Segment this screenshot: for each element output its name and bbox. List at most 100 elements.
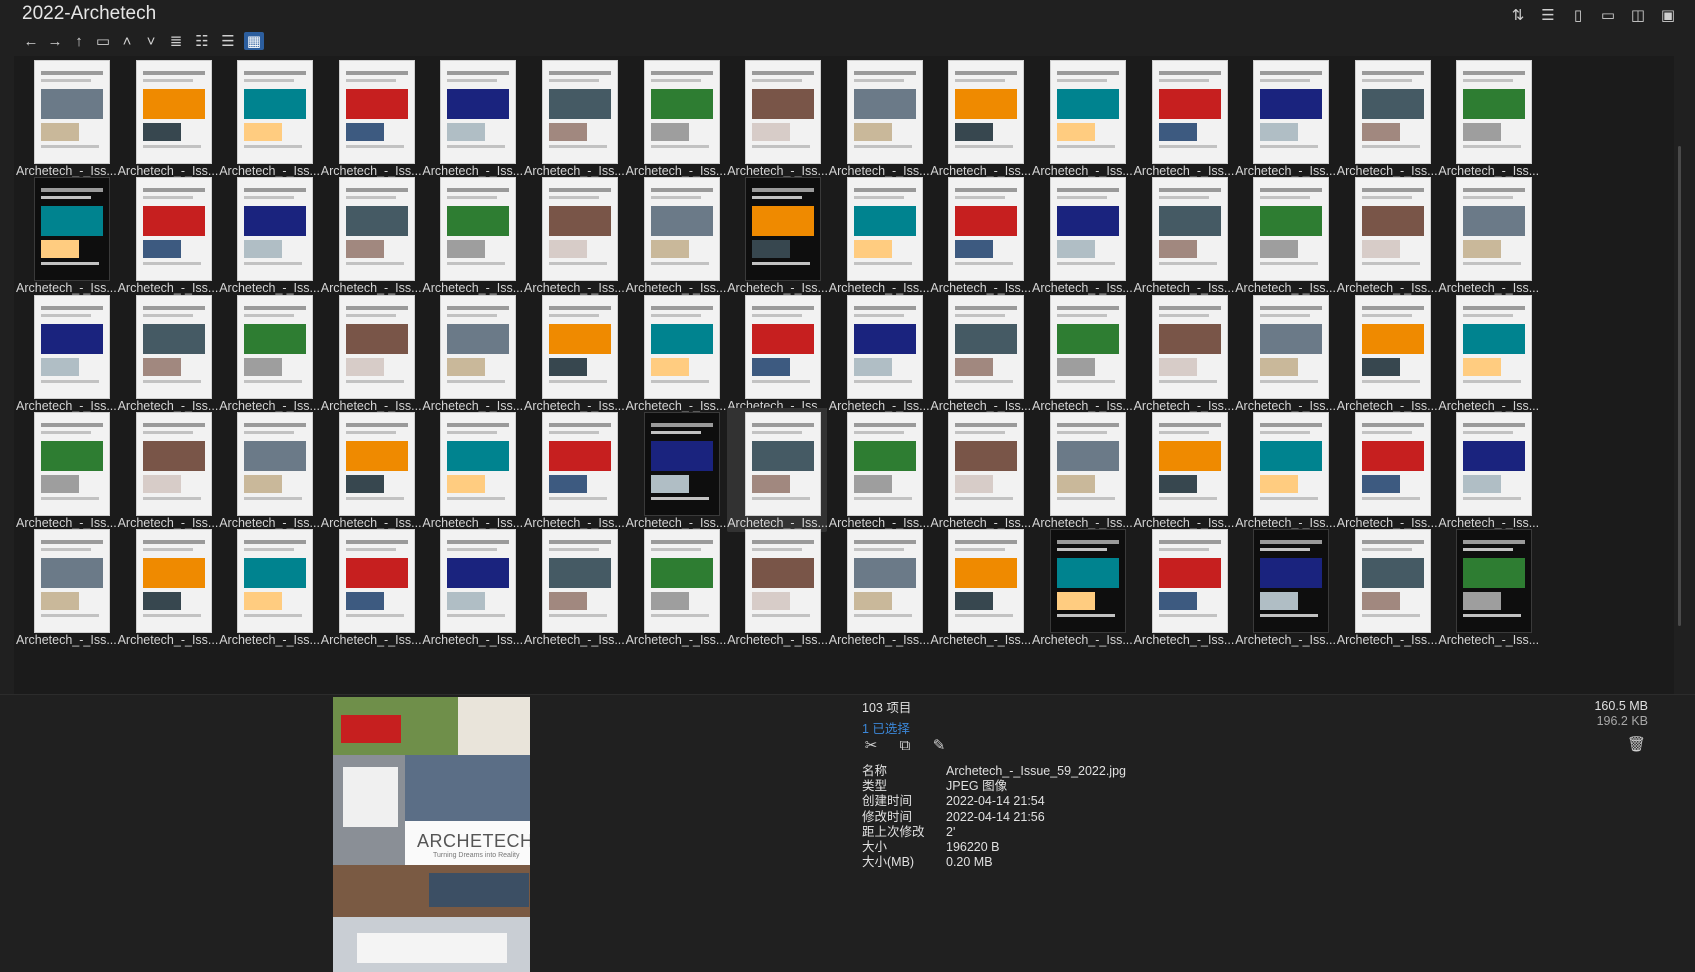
file-thumbnail-item[interactable]: Archetech_-_Iss... (1235, 56, 1336, 180)
file-thumbnail-item[interactable]: Archetech_-_Iss... (524, 291, 625, 415)
new-file-icon[interactable]: ▯ (1569, 6, 1587, 24)
file-thumbnail-item[interactable]: Archetech_-_Iss... (16, 525, 117, 649)
file-thumbnail-item[interactable]: Archetech_-_Iss... (930, 291, 1031, 415)
tiles-view-icon[interactable]: ☰ (218, 32, 238, 50)
file-thumbnail-item[interactable]: Archetech_-_Iss... (829, 408, 930, 532)
file-thumbnail-item[interactable]: Archetech_-_Iss... (1134, 525, 1234, 649)
file-thumbnail-item[interactable]: Archetech_-_Iss... (321, 408, 422, 532)
file-thumbnail-item[interactable]: Archetech_-_Iss... (16, 408, 117, 532)
pane-divider[interactable] (0, 694, 1695, 695)
file-thumbnail-item[interactable]: Archetech_-_Iss... (422, 408, 523, 532)
file-thumbnail-item[interactable]: Archetech_-_Iss... (727, 173, 828, 297)
chevron-down-icon[interactable]: ˅ (142, 32, 160, 50)
file-thumbnail-item[interactable]: Archetech_-_Iss... (1337, 525, 1438, 649)
sort-icon[interactable]: ⇅ (1509, 6, 1527, 24)
file-thumbnail-item[interactable]: Archetech_-_Iss... (118, 408, 218, 532)
scrollbar-thumb[interactable] (1678, 146, 1681, 626)
file-thumbnail-item[interactable]: Archetech_-_Iss... (1134, 291, 1234, 415)
file-thumbnail-item[interactable]: Archetech_-_Iss... (1235, 173, 1336, 297)
file-thumbnail-item[interactable]: Archetech_-_Iss... (219, 291, 320, 415)
chevron-up-icon[interactable]: ˄ (118, 32, 136, 50)
file-thumbnail-item[interactable]: Archetech_-_Iss... (524, 525, 625, 649)
preview-pane-icon[interactable]: ◫ (1629, 6, 1647, 24)
file-thumbnail-item[interactable]: Archetech_-_Iss... (1438, 525, 1539, 649)
file-thumbnail-item[interactable]: Archetech_-_Iss... (1032, 408, 1133, 532)
file-thumbnail-item[interactable]: Archetech_-_Iss... (829, 291, 930, 415)
file-thumbnail-item[interactable]: Archetech_-_Iss... (1438, 291, 1539, 415)
file-thumbnail-item[interactable]: Archetech_-_Iss... (219, 56, 320, 180)
file-thumbnail-item[interactable]: Archetech_-_Iss... (118, 291, 218, 415)
file-thumbnail-item[interactable]: Archetech_-_Iss... (829, 173, 930, 297)
file-thumbnail-item[interactable]: Archetech_-_Iss... (930, 525, 1031, 649)
file-thumbnail-item[interactable]: Archetech_-_Iss... (930, 56, 1031, 180)
file-thumbnail-item[interactable]: Archetech_-_Iss... (1438, 408, 1539, 532)
file-thumbnail-item[interactable]: Archetech_-_Iss... (829, 525, 930, 649)
file-thumbnail-item[interactable]: Archetech_-_Iss... (626, 173, 726, 297)
back-arrow-icon[interactable]: ← (22, 32, 40, 50)
file-thumbnail-item[interactable]: Archetech_-_Iss... (727, 291, 828, 415)
grid-scrollbar[interactable] (1675, 56, 1683, 696)
file-thumbnail-item[interactable]: Archetech_-_Iss... (1337, 56, 1438, 180)
file-thumbnail-item[interactable]: Archetech_-_Iss... (930, 408, 1031, 532)
trash-icon[interactable]: 🗑 (1627, 735, 1646, 753)
file-thumbnail-item[interactable]: Archetech_-_Iss... (1337, 173, 1438, 297)
file-thumbnail-item[interactable]: Archetech_-_Iss... (1134, 408, 1234, 532)
file-thumbnail-item[interactable]: Archetech_-_Iss... (422, 291, 523, 415)
folder-icon[interactable]: ▭ (94, 32, 112, 50)
file-thumbnail-item[interactable]: Archetech_-_Iss... (727, 407, 828, 532)
list-view-icon[interactable]: ≣ (166, 32, 186, 50)
file-thumbnail-item[interactable]: Archetech_-_Iss... (16, 291, 117, 415)
file-thumbnail-item[interactable]: Archetech_-_Iss... (422, 56, 523, 180)
file-thumbnail-item[interactable]: Archetech_-_Iss... (118, 525, 218, 649)
file-thumbnail-item[interactable]: Archetech_-_Iss... (1032, 291, 1133, 415)
file-thumbnail-item[interactable]: Archetech_-_Iss... (1134, 173, 1234, 297)
file-thumbnail-item[interactable]: Archetech_-_Iss... (118, 56, 218, 180)
up-arrow-icon[interactable]: ↑ (70, 32, 88, 50)
clipboard-icon[interactable]: ▣ (1659, 6, 1677, 24)
file-thumbnail-item[interactable]: Archetech_-_Iss... (727, 525, 828, 649)
forward-arrow-icon[interactable]: → (46, 32, 64, 50)
file-thumbnail-item[interactable]: Archetech_-_Iss... (1337, 291, 1438, 415)
file-thumbnail-item[interactable]: Archetech_-_Iss... (829, 56, 930, 180)
file-thumbnail-item[interactable]: Archetech_-_Iss... (321, 525, 422, 649)
file-thumbnail-item[interactable]: Archetech_-_Iss... (16, 173, 117, 297)
new-folder-icon[interactable]: ▭ (1599, 6, 1617, 24)
file-thumbnail-item[interactable]: Archetech_-_Iss... (626, 408, 726, 532)
thumbnails-view-icon[interactable]: ▦ (244, 32, 264, 50)
copy-icon[interactable]: ⧉ (896, 736, 914, 754)
file-thumbnail-item[interactable]: Archetech_-_Iss... (1032, 173, 1133, 297)
rename-icon[interactable]: ✎ (930, 736, 948, 754)
file-thumbnail-item[interactable]: Archetech_-_Iss... (626, 291, 726, 415)
file-thumbnail-item[interactable]: Archetech_-_Iss... (626, 525, 726, 649)
file-thumbnail-item[interactable]: Archetech_-_Iss... (1438, 56, 1539, 180)
file-thumbnail-item[interactable]: Archetech_-_Iss... (321, 291, 422, 415)
file-thumbnail-item[interactable]: Archetech_-_Iss... (524, 173, 625, 297)
file-thumbnail-item[interactable]: Archetech_-_Iss... (219, 525, 320, 649)
file-thumbnail-item[interactable]: Archetech_-_Iss... (727, 56, 828, 180)
file-thumbnail-item[interactable]: Archetech_-_Iss... (16, 56, 117, 180)
file-thumbnail-item[interactable]: Archetech_-_Iss... (321, 173, 422, 297)
selected-count[interactable]: 1 已选择 (862, 718, 911, 737)
file-thumbnail-item[interactable]: Archetech_-_Iss... (1032, 525, 1133, 649)
file-thumbnail-item[interactable]: Archetech_-_Iss... (1337, 408, 1438, 532)
file-thumbnail-item[interactable]: Archetech_-_Iss... (1235, 525, 1336, 649)
cut-icon[interactable]: ✂ (862, 736, 880, 754)
file-thumbnail-item[interactable]: Archetech_-_Iss... (422, 173, 523, 297)
file-thumbnail-item[interactable]: Archetech_-_Iss... (321, 56, 422, 180)
thumbnail-image (34, 411, 110, 516)
file-thumbnail-item[interactable]: Archetech_-_Iss... (626, 56, 726, 180)
file-thumbnail-item[interactable]: Archetech_-_Iss... (930, 173, 1031, 297)
details-view-icon[interactable]: ☷ (192, 32, 212, 50)
file-thumbnail-item[interactable]: Archetech_-_Iss... (118, 173, 218, 297)
file-thumbnail-item[interactable]: Archetech_-_Iss... (1438, 173, 1539, 297)
file-thumbnail-item[interactable]: Archetech_-_Iss... (1235, 291, 1336, 415)
file-thumbnail-item[interactable]: Archetech_-_Iss... (1134, 56, 1234, 180)
file-thumbnail-item[interactable]: Archetech_-_Iss... (524, 56, 625, 180)
file-thumbnail-item[interactable]: Archetech_-_Iss... (1032, 56, 1133, 180)
file-thumbnail-item[interactable]: Archetech_-_Iss... (219, 173, 320, 297)
file-thumbnail-item[interactable]: Archetech_-_Iss... (1235, 408, 1336, 532)
file-thumbnail-item[interactable]: Archetech_-_Iss... (524, 408, 625, 532)
details-list-icon[interactable]: ☰ (1539, 6, 1557, 24)
file-thumbnail-item[interactable]: Archetech_-_Iss... (422, 525, 523, 649)
file-thumbnail-item[interactable]: Archetech_-_Iss... (219, 408, 320, 532)
